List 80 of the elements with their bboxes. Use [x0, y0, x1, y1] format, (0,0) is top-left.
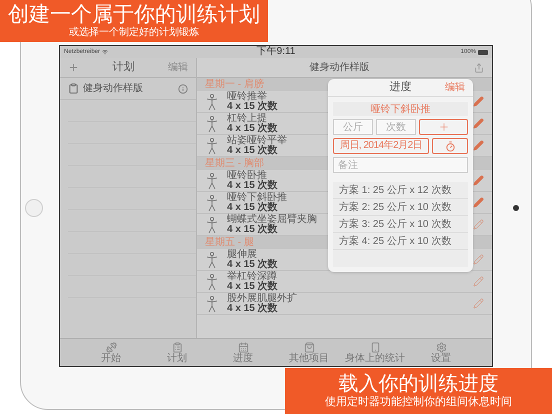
- exercise-name: 股外展肌腿外扩: [227, 294, 297, 304]
- exercise-name: 哑铃下斜卧推: [227, 192, 287, 202]
- exercise-sets: 4 x 15 次数: [227, 124, 278, 134]
- add-set-button[interactable]: [419, 119, 468, 135]
- exercise-figure-icon: [205, 136, 219, 154]
- reps-input[interactable]: 次数: [376, 119, 416, 135]
- pencil-icon[interactable]: [473, 276, 484, 287]
- home-button-icon: [25, 199, 43, 217]
- exercise-sets: 4 x 15 次数: [227, 304, 278, 314]
- exercise-name: 举杠铃深蹲: [227, 272, 277, 282]
- exercise-sets: 4 x 15 次数: [227, 102, 278, 112]
- promo-title: 载入你的训练进度: [338, 373, 498, 396]
- dumbbell-icon: [106, 342, 116, 352]
- pencil-icon[interactable]: [473, 197, 484, 208]
- plan-title: 健身动作样版: [308, 60, 370, 75]
- date-button[interactable]: 周日, 2014年2月2日: [333, 138, 429, 154]
- exercise-row[interactable]: 股外展肌腿外扩 4 x 15 次数: [197, 293, 492, 315]
- pencil-icon[interactable]: [473, 140, 484, 151]
- info-icon[interactable]: [178, 84, 188, 94]
- note-input[interactable]: 备注: [333, 157, 468, 173]
- bag-icon: [304, 342, 314, 352]
- status-time: 下午9:11: [256, 47, 296, 57]
- tab-bar-item[interactable]: 进度: [213, 342, 273, 364]
- timer-icon: [444, 140, 456, 152]
- promo-subtitle: 或选择一个制定好的计划锻炼: [69, 27, 199, 39]
- exercise-sets: 4 x 15 次数: [227, 146, 278, 156]
- camera-icon: [513, 205, 519, 211]
- share-icon[interactable]: [474, 62, 484, 72]
- add-icon[interactable]: [68, 62, 79, 73]
- exercise-figure-icon: [205, 114, 219, 132]
- exercise-name: 腿伸展: [227, 250, 257, 260]
- device-icon: [370, 342, 380, 352]
- exercise-figure-icon: [205, 194, 219, 212]
- exercise-title: 哑铃下斜卧推: [333, 102, 468, 116]
- battery-icon: [478, 50, 488, 54]
- timer-button[interactable]: [432, 138, 468, 154]
- add-icon: [438, 121, 450, 133]
- exercise-figure-icon: [205, 216, 219, 234]
- exercise-sets: 4 x 15 次数: [227, 224, 278, 234]
- exercise-name: 杠铃上提: [227, 114, 267, 124]
- clipboard-icon: [172, 342, 182, 352]
- plan-name: 健身动作样版: [83, 82, 144, 96]
- tab-bar-item[interactable]: 其他项目: [279, 342, 339, 364]
- exercise-figure-icon: [205, 250, 219, 268]
- exercise-sets: 4 x 15 次数: [227, 180, 278, 190]
- plan-list-item[interactable]: 健身动作样版: [60, 78, 196, 100]
- weight-input[interactable]: 公斤: [333, 119, 373, 135]
- pencil-icon[interactable]: [473, 254, 484, 265]
- calendar-icon: [238, 342, 248, 352]
- tab-bar-item[interactable]: 计划: [147, 342, 207, 364]
- tab-bar-item[interactable]: 设置: [411, 342, 471, 364]
- exercise-figure-icon: [205, 172, 219, 190]
- exercise-sets: 4 x 15 次数: [227, 282, 278, 292]
- settings-icon: [436, 342, 446, 352]
- tab-bar-item[interactable]: 开始: [81, 342, 141, 364]
- set-row: 方案 4: 25 公斤 x 10 次数: [333, 233, 468, 250]
- set-row: 方案 1: 25 公斤 x 12 次数: [333, 182, 468, 199]
- exercise-figure-icon: [205, 272, 219, 290]
- exercise-name: 哑铃卧推: [227, 170, 267, 180]
- sidebar-title: 计划: [112, 60, 136, 76]
- exercise-name: 哑铃推举: [227, 92, 267, 102]
- pencil-icon[interactable]: [473, 298, 484, 309]
- promo-title: 创建一个属于你的训练计划: [8, 3, 260, 26]
- edit-button[interactable]: 编辑: [168, 60, 188, 75]
- pencil-icon[interactable]: [473, 219, 484, 230]
- exercise-figure-icon: [205, 294, 219, 312]
- pencil-icon[interactable]: [473, 96, 484, 107]
- pencil-icon[interactable]: [473, 118, 484, 129]
- exercise-sets: 4 x 15 次数: [227, 202, 278, 212]
- exercise-name: 蝴蝶式坐姿屈臂夹胸: [227, 214, 317, 224]
- wifi-icon: [102, 49, 108, 55]
- exercise-sets: 4 x 15 次数: [227, 260, 278, 270]
- exercise-name: 站姿哑铃平举: [227, 136, 287, 146]
- clipboard-icon: [68, 83, 79, 94]
- exercise-figure-icon: [205, 92, 219, 110]
- pencil-icon[interactable]: [473, 175, 484, 186]
- tab-bar-item[interactable]: 身体上的统计: [345, 342, 405, 364]
- set-row: 方案 3: 25 公斤 x 10 次数: [333, 216, 468, 233]
- set-row: 方案 2: 25 公斤 x 10 次数: [333, 199, 468, 216]
- promo-subtitle: 使用定时器功能控制你的组间休息时间: [325, 396, 512, 409]
